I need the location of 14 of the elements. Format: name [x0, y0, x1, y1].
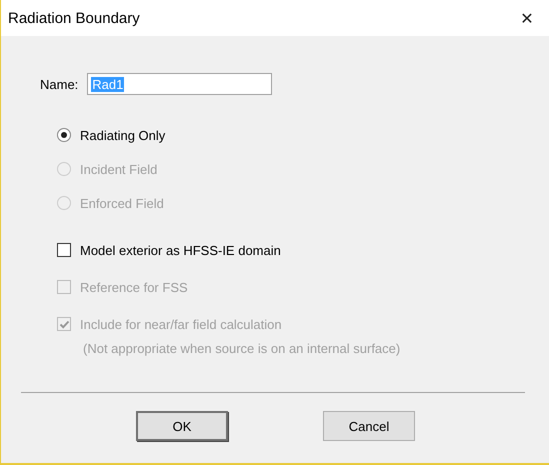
window-title: Radiation Boundary: [8, 10, 140, 26]
name-label: Name:: [40, 76, 78, 92]
radio-label: Incident Field: [80, 162, 158, 176]
dialog-button[interactable]: Cancel: [323, 411, 415, 441]
dialog-button[interactable]: OK: [136, 411, 228, 441]
checkbox[interactable]: [57, 243, 71, 257]
note-text: (Not appropriate when source is on an internal surface): [82, 341, 402, 356]
checkbox-label: Model exterior as HFSS-IE domain: [80, 242, 281, 258]
radio-button[interactable]: [57, 128, 71, 142]
radio-label: Radiating Only: [80, 128, 166, 142]
checkbox-label: Reference for FSS: [80, 280, 188, 294]
close-button[interactable]: ✕: [505, 3, 549, 33]
radio-label: Enforced Field: [80, 196, 164, 210]
checkbox-label: Include for near/far field calculation: [80, 316, 282, 332]
